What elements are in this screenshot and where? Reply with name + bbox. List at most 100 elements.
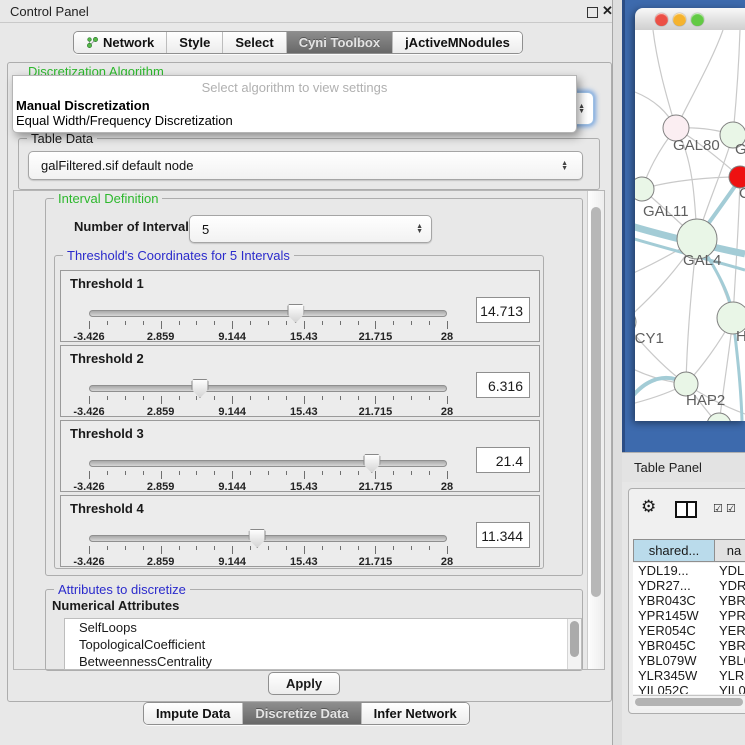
tick-label: 2.859 xyxy=(147,481,175,493)
threshold-4-panel: Threshold 4 -3.4262.8599.14415.4321.7152… xyxy=(60,495,540,567)
algorithm-dropdown-popup: Select algorithm to view settings Manual… xyxy=(12,75,577,133)
table-row[interactable]: YDR27...YDR2 xyxy=(633,578,745,593)
tick-label: -3.426 xyxy=(73,556,104,568)
slider-track[interactable] xyxy=(89,310,447,317)
tick-label: 2.859 xyxy=(147,406,175,418)
algorithm-option[interactable]: Manual Discretization xyxy=(16,98,150,113)
tick-label: 15.43 xyxy=(290,406,318,418)
split-view-icon[interactable] xyxy=(675,501,697,518)
table-row[interactable]: YDL19...YDL1 xyxy=(633,563,745,578)
tick-label: -3.426 xyxy=(73,481,104,493)
minimize-button[interactable] xyxy=(673,13,686,26)
threshold-2-value[interactable]: 6.316 xyxy=(476,372,530,398)
close-button[interactable] xyxy=(655,13,668,26)
slider-track[interactable] xyxy=(89,460,447,467)
threshold-3-slider[interactable]: -3.4262.8599.14415.4321.71528 xyxy=(89,455,447,489)
network-view-window: GAL80GACGAL11GAL4GCY1HHAP2 xyxy=(635,8,745,421)
tick-label: 15.43 xyxy=(290,556,318,568)
network-node[interactable] xyxy=(635,177,654,201)
tick-label: 21.715 xyxy=(359,556,393,568)
attribute-list-item[interactable]: SelfLoops xyxy=(65,619,581,636)
network-canvas[interactable]: GAL80GACGAL11GAL4GCY1HHAP2 xyxy=(635,30,745,421)
scrollbar-thumb[interactable] xyxy=(591,207,601,597)
network-node[interactable] xyxy=(707,413,731,421)
attribute-list-item[interactable]: TopologicalCoefficient xyxy=(65,636,581,653)
panel-scrollbar[interactable] xyxy=(587,191,604,669)
scrollbar-thumb[interactable] xyxy=(570,621,579,657)
threshold-3-value[interactable]: 21.4 xyxy=(476,447,530,473)
table-data-group-label: Table Data xyxy=(27,131,97,146)
network-edge xyxy=(642,177,740,189)
apply-button[interactable]: Apply xyxy=(268,672,340,695)
tick-label: 9.144 xyxy=(218,481,246,493)
attributes-group-label: Attributes to discretize xyxy=(54,582,190,597)
zoom-button[interactable] xyxy=(691,13,704,26)
list-scrollbar[interactable] xyxy=(567,619,581,669)
tab-cyni-toolbox[interactable]: Cyni Toolbox xyxy=(286,32,392,53)
interval-group-label: Interval Definition xyxy=(54,191,162,206)
tick-label: 28 xyxy=(441,406,453,418)
tab-infer-network[interactable]: Infer Network xyxy=(361,703,469,724)
threshold-1-label: Threshold 1 xyxy=(70,276,144,291)
table-row[interactable]: YER054CYER0 xyxy=(633,623,745,638)
main-tab-bar: NetworkStyleSelectCyni ToolboxjActiveMNo… xyxy=(73,31,523,54)
checkbox-icon[interactable]: ☑ xyxy=(726,502,736,515)
table-data-selected-value: galFiltered.sif default node xyxy=(41,152,193,179)
interval-definition-group: Interval Definition Number of Intervals … xyxy=(45,198,583,576)
table-body: YDL19...YDL1YDR27...YDR2YBR043CYBR0YPR14… xyxy=(633,563,745,694)
threshold-2-label: Threshold 2 xyxy=(70,351,144,366)
threshold-4-value[interactable]: 11.344 xyxy=(476,522,530,548)
tab-discretize-data[interactable]: Discretize Data xyxy=(242,703,360,724)
column-header-shared-name[interactable]: shared... xyxy=(633,539,715,562)
algorithm-option[interactable]: Equal Width/Frequency Discretization xyxy=(16,113,233,128)
horizontal-scrollbar[interactable] xyxy=(633,695,745,709)
node-label: GA xyxy=(735,141,745,158)
tab-jactivemnodules[interactable]: jActiveMNodules xyxy=(392,32,522,53)
table-row[interactable]: YBR043CYBR0 xyxy=(633,593,745,608)
float-window-icon[interactable] xyxy=(587,7,598,18)
attribute-list-item[interactable]: BetweennessCentrality xyxy=(65,653,581,670)
num-intervals-select[interactable]: 5 ▲▼ xyxy=(189,215,432,243)
threshold-2-slider[interactable]: -3.4262.8599.14415.4321.71528 xyxy=(89,380,447,414)
table-data-select[interactable]: galFiltered.sif default node ▲▼ xyxy=(28,151,583,180)
column-header-name[interactable]: na xyxy=(714,539,745,562)
threshold-3-panel: Threshold 3 -3.4262.8599.14415.4321.7152… xyxy=(60,420,540,492)
table-row[interactable]: YBL079WYBL0 xyxy=(633,653,745,668)
spinner-arrows-icon: ▲▼ xyxy=(578,104,585,114)
slider-track[interactable] xyxy=(89,535,447,542)
table-row[interactable]: YPR145WYPR1 xyxy=(633,608,745,623)
tick-label: 28 xyxy=(441,481,453,493)
tick-label: 21.715 xyxy=(359,481,393,493)
network-window-titlebar xyxy=(635,8,745,31)
tick-label: 15.43 xyxy=(290,481,318,493)
threshold-1-value[interactable]: 14.713 xyxy=(476,297,530,323)
tab-impute-data[interactable]: Impute Data xyxy=(144,703,242,724)
settings-scroll-viewport: Interval Definition Number of Intervals … xyxy=(13,190,605,670)
table-row[interactable]: YLR345WYLR3 xyxy=(633,668,745,683)
num-intervals-value: 5 xyxy=(202,216,209,242)
gear-icon[interactable]: ⚙ xyxy=(641,497,656,517)
attributes-group: Attributes to discretize Numerical Attri… xyxy=(45,589,583,671)
table-row[interactable]: YBR045CYBR0 xyxy=(633,638,745,653)
table-row[interactable]: YIL052CYIL0 xyxy=(633,683,745,694)
threshold-4-slider[interactable]: -3.4262.8599.14415.4321.71528 xyxy=(89,530,447,564)
threshold-1-panel: Threshold 1 -3.4262.8599.14415.4321.7152… xyxy=(60,270,540,342)
threshold-4-label: Threshold 4 xyxy=(70,501,144,516)
threshold-1-slider[interactable]: -3.4262.8599.14415.4321.71528 xyxy=(89,305,447,339)
slider-track[interactable] xyxy=(89,385,447,392)
network-branch-icon xyxy=(86,36,99,49)
table-panel-title: Table Panel xyxy=(634,453,702,483)
table-panel: ⚙ ☑ ☑ shared... na YDL19...YDL1YDR27...Y… xyxy=(622,482,745,745)
scrollbar-thumb[interactable] xyxy=(635,698,743,706)
tick-label: 9.144 xyxy=(218,556,246,568)
tab-style[interactable]: Style xyxy=(166,32,222,53)
tick-label: 21.715 xyxy=(359,406,393,418)
tab-network[interactable]: Network xyxy=(74,32,166,53)
tab-select[interactable]: Select xyxy=(222,32,285,53)
node-label: GAL4 xyxy=(683,252,721,269)
popup-hint: Select algorithm to view settings xyxy=(13,80,576,95)
checkbox-icon[interactable]: ☑ xyxy=(713,502,723,515)
node-label: HAP2 xyxy=(686,392,725,409)
network-edge xyxy=(653,30,676,128)
thresholds-group-label: Threshold's Coordinates for 5 Intervals xyxy=(63,248,294,263)
